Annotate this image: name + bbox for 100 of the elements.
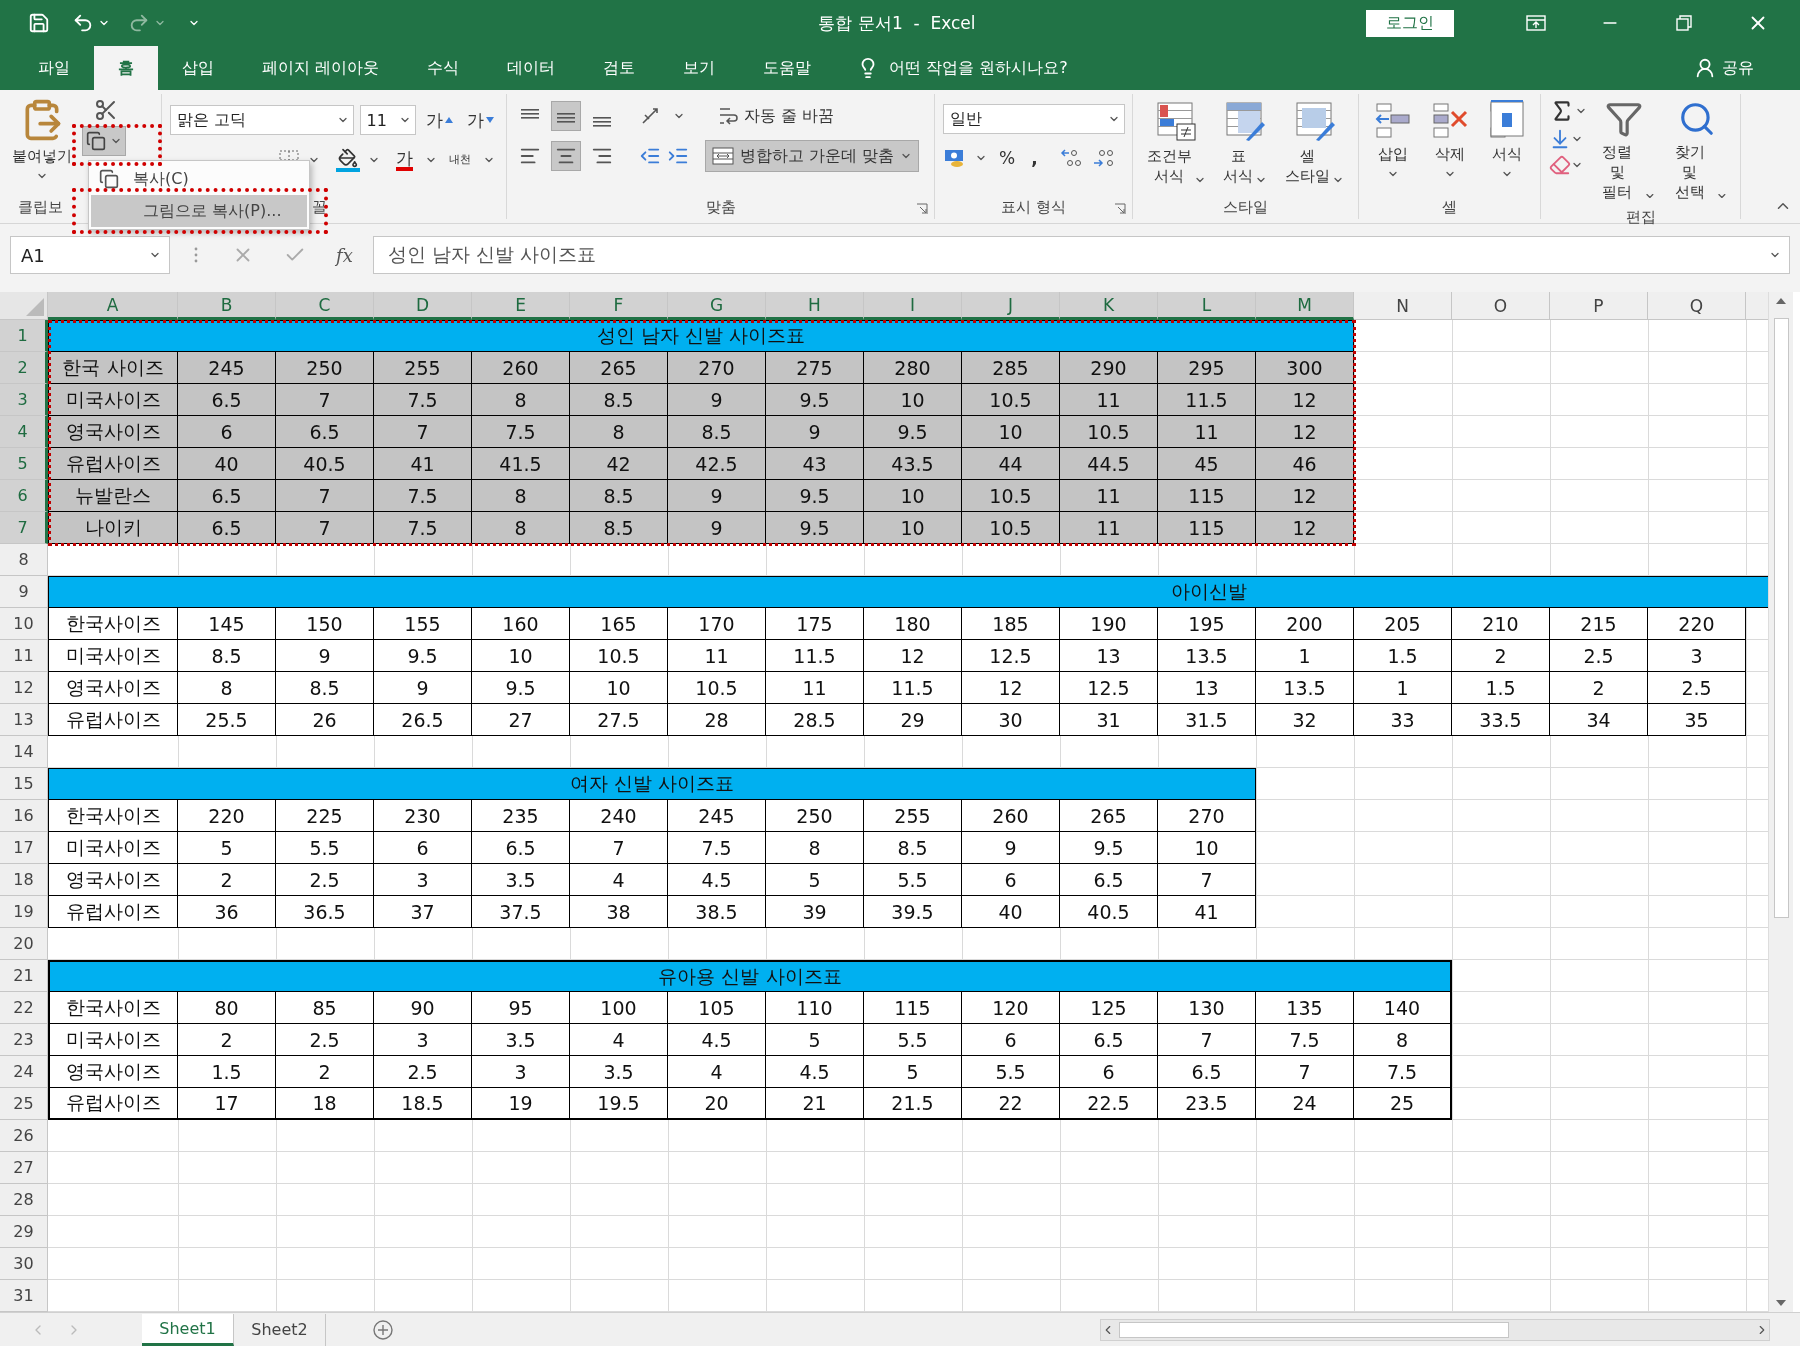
column-header[interactable]: A (48, 292, 178, 320)
column-header[interactable]: D (374, 292, 472, 320)
undo-icon[interactable] (72, 12, 94, 34)
scrollbar-thumb[interactable] (1119, 1321, 1509, 1338)
row-header[interactable]: 13 (0, 704, 48, 736)
menu-item[interactable]: 그림으로 복사(P)... (91, 195, 307, 227)
sheet-tab[interactable]: Sheet2 (234, 1313, 326, 1346)
row-header[interactable]: 12 (0, 672, 48, 704)
row-header[interactable]: 10 (0, 608, 48, 640)
ribbon-tab[interactable]: 데이터 (483, 46, 580, 90)
row-header[interactable]: 3 (0, 384, 48, 416)
column-header[interactable]: F (570, 292, 668, 320)
row-header[interactable]: 2 (0, 352, 48, 384)
row-header[interactable]: 18 (0, 864, 48, 896)
column-header[interactable]: E (472, 292, 570, 320)
sign-in-button[interactable]: 로그인 (1366, 9, 1454, 37)
ribbon-tab[interactable]: 페이지 레이아웃 (238, 46, 404, 90)
row-header[interactable]: 23 (0, 1024, 48, 1056)
share-button[interactable]: 공유 (1688, 46, 1760, 90)
percent-button[interactable]: % (995, 143, 1020, 173)
column-header[interactable]: K (1060, 292, 1158, 320)
scissors-icon[interactable] (94, 98, 118, 122)
dialog-launcher-icon[interactable] (1114, 203, 1126, 215)
cell-styles-button[interactable]: 셀 스타일 (1281, 96, 1349, 193)
tell-me-field[interactable]: 어떤 작업을 원하시나요? (889, 57, 1068, 79)
row-header[interactable]: 20 (0, 928, 48, 960)
add-sheet-icon[interactable] (372, 1318, 394, 1341)
row-header[interactable]: 30 (0, 1248, 48, 1280)
insert-cells-button[interactable]: 삽입 (1368, 96, 1417, 193)
column-header[interactable]: P (1550, 292, 1648, 320)
redo-icon[interactable] (128, 12, 150, 34)
copy-button[interactable] (82, 126, 126, 156)
column-header[interactable]: G (668, 292, 766, 320)
row-header[interactable]: 25 (0, 1088, 48, 1120)
ribbon-tab[interactable]: 보기 (659, 46, 740, 90)
column-header[interactable]: N (1354, 292, 1452, 320)
format-cells-button[interactable]: 서식 (1482, 96, 1531, 193)
row-header[interactable]: 4 (0, 416, 48, 448)
row-header[interactable]: 21 (0, 960, 48, 992)
column-header[interactable]: J (962, 292, 1060, 320)
grow-font-button[interactable]: 가 (422, 105, 457, 135)
decrease-decimal-icon[interactable] (1091, 147, 1116, 169)
column-header[interactable]: Q (1648, 292, 1746, 320)
sort-filter-button[interactable]: 정렬 및 필터 (1589, 96, 1660, 206)
ribbon-tab[interactable]: 수식 (403, 46, 484, 90)
name-box[interactable]: A1 (10, 236, 170, 274)
sheet-tab[interactable]: Sheet1 (142, 1313, 234, 1346)
fill-color-icon[interactable] (336, 148, 360, 172)
shrink-font-button[interactable]: 가 (463, 105, 498, 135)
dialog-launcher-icon[interactable] (916, 203, 928, 215)
delete-cells-button[interactable]: 삭제 (1425, 96, 1474, 193)
wrap-text-button[interactable]: 자동 줄 바꿈 (711, 100, 842, 132)
restore-icon[interactable] (1676, 15, 1692, 31)
row-header[interactable]: 8 (0, 544, 48, 576)
formula-field[interactable]: 성인 남자 신발 사이즈표 (372, 236, 1790, 274)
font-color-button[interactable]: 가 (392, 145, 417, 175)
row-header[interactable]: 27 (0, 1152, 48, 1184)
paste-button[interactable]: 붙여넣기 (8, 96, 76, 193)
ribbon-tab[interactable]: 삽입 (158, 46, 238, 90)
save-icon[interactable] (28, 12, 50, 34)
column-header[interactable]: H (766, 292, 864, 320)
eraser-icon[interactable] (1549, 154, 1571, 176)
row-header[interactable]: 6 (0, 480, 48, 512)
row-header[interactable]: 19 (0, 896, 48, 928)
column-header[interactable]: B (178, 292, 276, 320)
column-header[interactable]: M (1256, 292, 1354, 320)
row-header[interactable]: 16 (0, 800, 48, 832)
ribbon-display-icon[interactable] (1526, 15, 1546, 31)
column-header[interactable]: L (1158, 292, 1256, 320)
menu-item[interactable]: 복사(C) (91, 163, 307, 195)
row-header[interactable]: 11 (0, 640, 48, 672)
ribbon-tab[interactable]: 도움말 (739, 46, 836, 90)
row-header[interactable]: 28 (0, 1184, 48, 1216)
row-header[interactable]: 26 (0, 1120, 48, 1152)
font-name-field[interactable]: 맑은 고딕 (170, 105, 354, 135)
format-as-table-button[interactable]: 표 서식 (1219, 96, 1272, 193)
row-header[interactable]: 22 (0, 992, 48, 1024)
scrollbar-thumb[interactable] (1773, 318, 1789, 918)
phonetic-button[interactable]: 내천 (445, 145, 475, 175)
ribbon-tab[interactable]: 홈 (94, 46, 158, 90)
comma-button[interactable]: , (1027, 143, 1042, 173)
font-size-field[interactable]: 11 (359, 105, 416, 135)
column-header[interactable]: C (276, 292, 374, 320)
row-header[interactable]: 29 (0, 1216, 48, 1248)
column-header[interactable]: O (1452, 292, 1550, 320)
ribbon-tab[interactable]: 검토 (579, 46, 660, 90)
row-header[interactable]: 15 (0, 768, 48, 800)
row-header[interactable]: 17 (0, 832, 48, 864)
conditional-formatting-button[interactable]: 조건부 서식 (1142, 96, 1210, 193)
scroll-up-icon[interactable] (1775, 296, 1787, 306)
row-header[interactable]: 1 (0, 320, 48, 352)
insert-function-button[interactable]: fx (336, 244, 353, 266)
increase-decimal-icon[interactable] (1059, 147, 1084, 169)
find-select-button[interactable]: 찾기 및 선택 (1661, 96, 1732, 206)
number-format-field[interactable]: 일반 (943, 104, 1125, 134)
merge-center-button[interactable]: 병합하고 가운데 맞춤 (705, 140, 920, 172)
column-header[interactable]: I (864, 292, 962, 320)
row-header[interactable]: 31 (0, 1280, 48, 1312)
row-header[interactable]: 24 (0, 1056, 48, 1088)
row-header[interactable]: 5 (0, 448, 48, 480)
